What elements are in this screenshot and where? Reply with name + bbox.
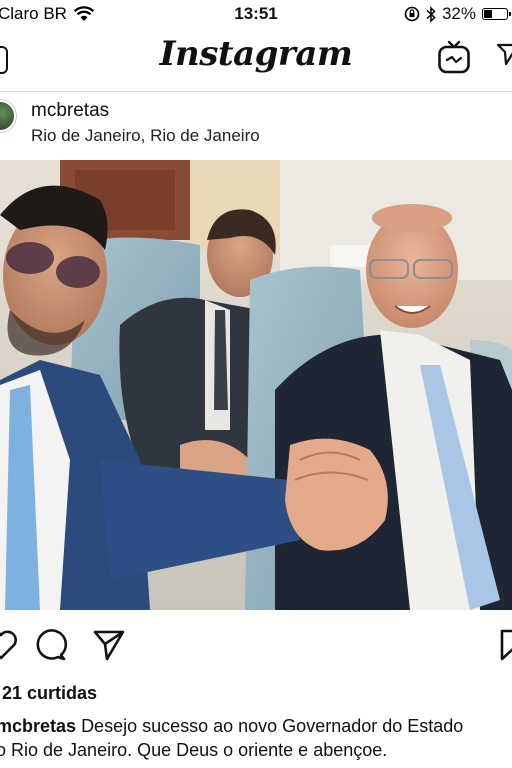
bookmark-icon[interactable] xyxy=(496,628,512,662)
post-actions xyxy=(0,610,512,684)
status-bar: Claro BR 13:51 32% xyxy=(0,0,512,28)
bluetooth-icon xyxy=(426,5,436,23)
likes-count[interactable]: 21 curtidas xyxy=(2,683,97,704)
comment-icon[interactable] xyxy=(34,628,68,662)
post-photo[interactable] xyxy=(0,160,512,610)
post-caption: mcbretas Desejo sucesso ao novo Governad… xyxy=(0,714,512,762)
post-header: mcbretas Rio de Janeiro, Rio de Janeiro xyxy=(0,92,512,160)
avatar[interactable] xyxy=(0,100,16,132)
direct-icon[interactable] xyxy=(496,42,512,66)
battery-icon xyxy=(482,8,511,20)
caption-text-line1: Desejo sucesso ao novo Governador do Est… xyxy=(81,716,464,736)
post-username[interactable]: mcbretas xyxy=(31,100,109,122)
igtv-icon[interactable] xyxy=(438,40,470,74)
battery-percent: 32% xyxy=(441,4,476,23)
battery-level xyxy=(484,10,492,18)
heart-icon[interactable] xyxy=(0,628,18,662)
post-photo-image xyxy=(0,160,512,610)
caption-text-line2: o Rio de Janeiro. Que Deus o oriente e a… xyxy=(0,740,388,760)
post-location[interactable]: Rio de Janeiro, Rio de Janeiro xyxy=(31,126,260,146)
status-right: 32% xyxy=(404,4,511,24)
share-icon[interactable] xyxy=(92,628,126,662)
top-navigation: Instagram xyxy=(0,28,512,92)
instagram-logo: Instagram xyxy=(159,34,353,74)
orientation-lock-icon xyxy=(404,6,420,22)
caption-username[interactable]: mcbretas xyxy=(0,716,76,736)
